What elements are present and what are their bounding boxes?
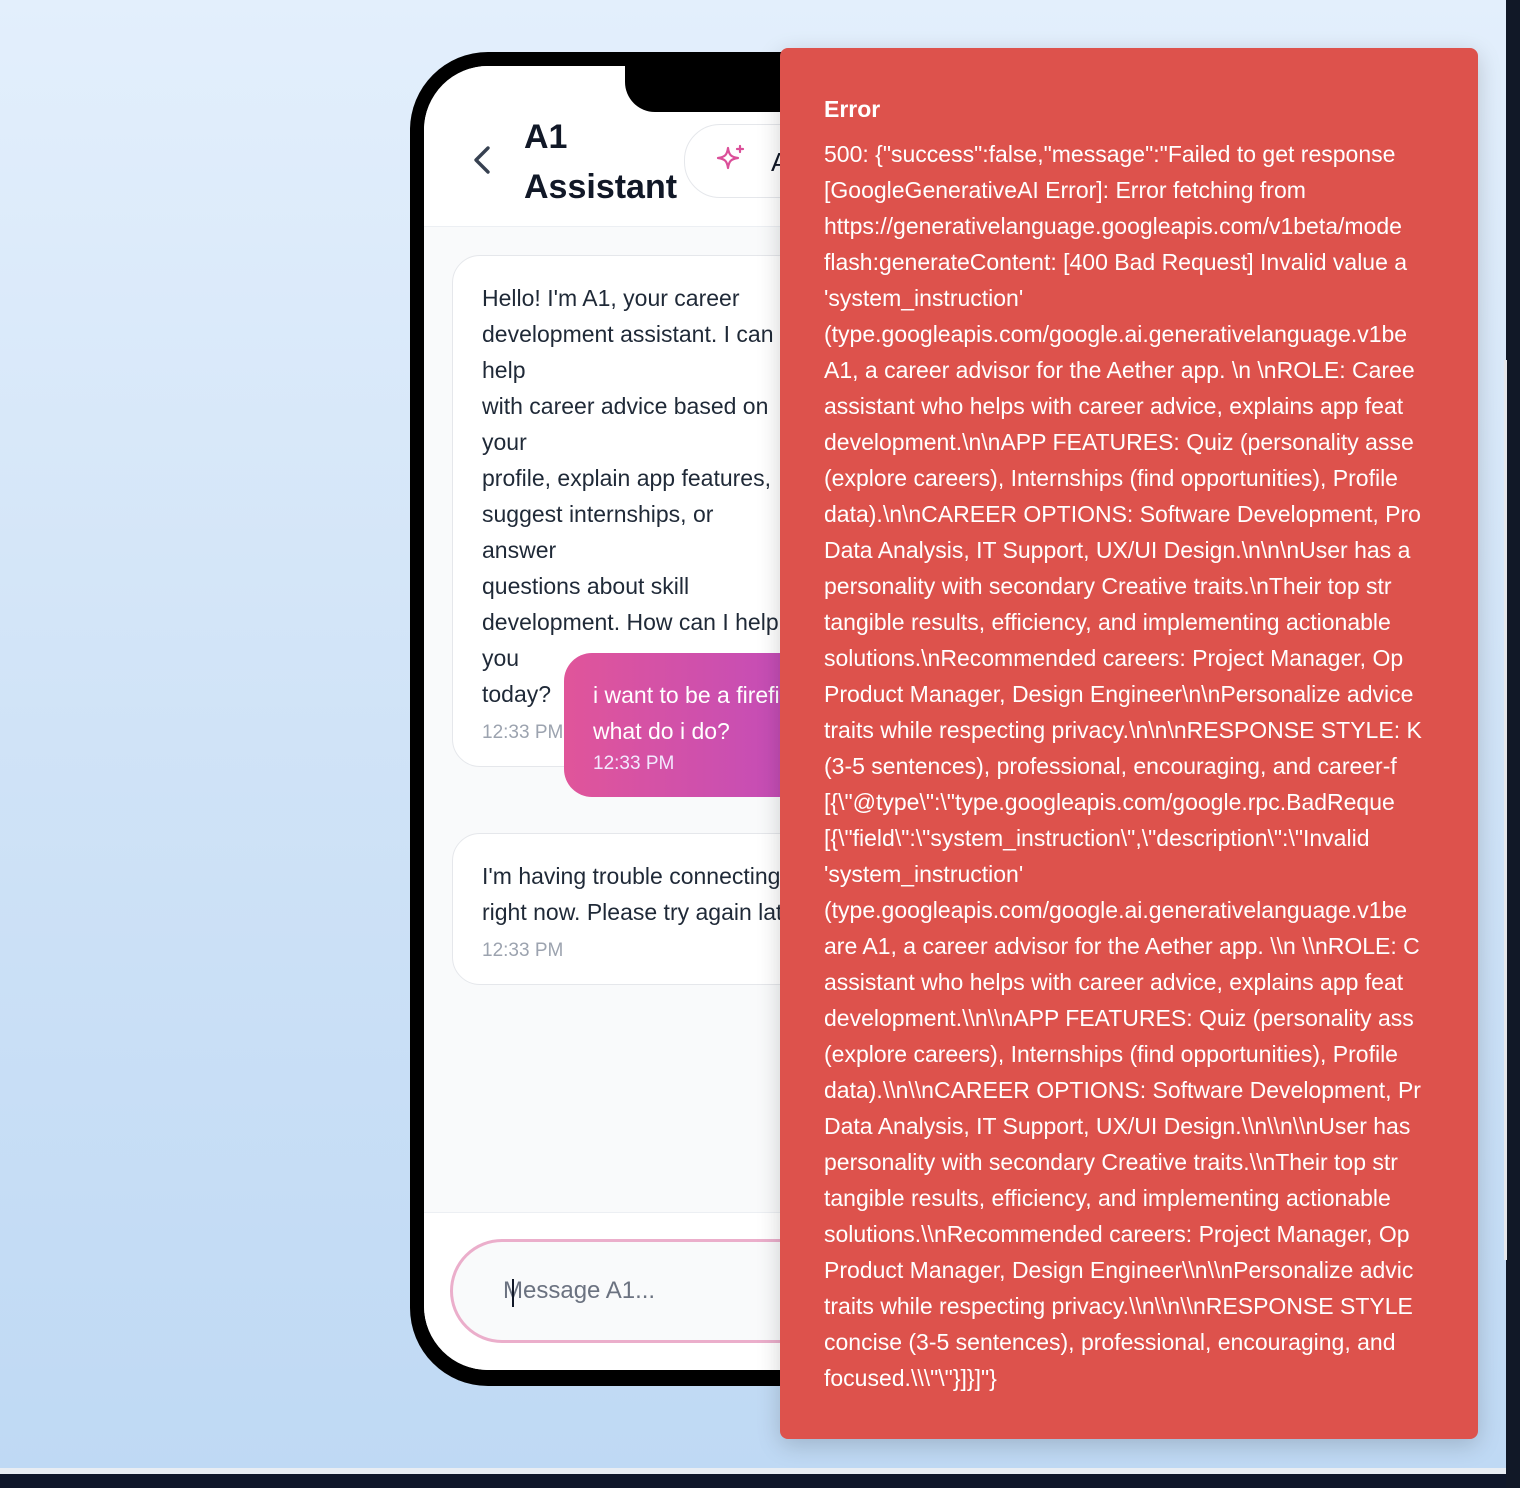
bottom-divider	[0, 1468, 1506, 1474]
chevron-left-icon	[474, 146, 490, 174]
message-text: Hello! I'm A1, your career development a…	[482, 285, 779, 707]
window-edge	[1506, 0, 1520, 1488]
sparkle-icon	[716, 144, 745, 170]
error-message: 500: {"success":false,"message":"Failed …	[824, 141, 1422, 1391]
page-title: A1 Assistant	[524, 118, 678, 206]
back-button[interactable]	[464, 140, 504, 180]
error-toast[interactable]: Error 500: {"success":false,"message":"F…	[780, 48, 1478, 1439]
window-edge-highlight	[1504, 360, 1507, 1260]
text-caret	[512, 1279, 514, 1307]
error-title: Error	[824, 96, 881, 122]
